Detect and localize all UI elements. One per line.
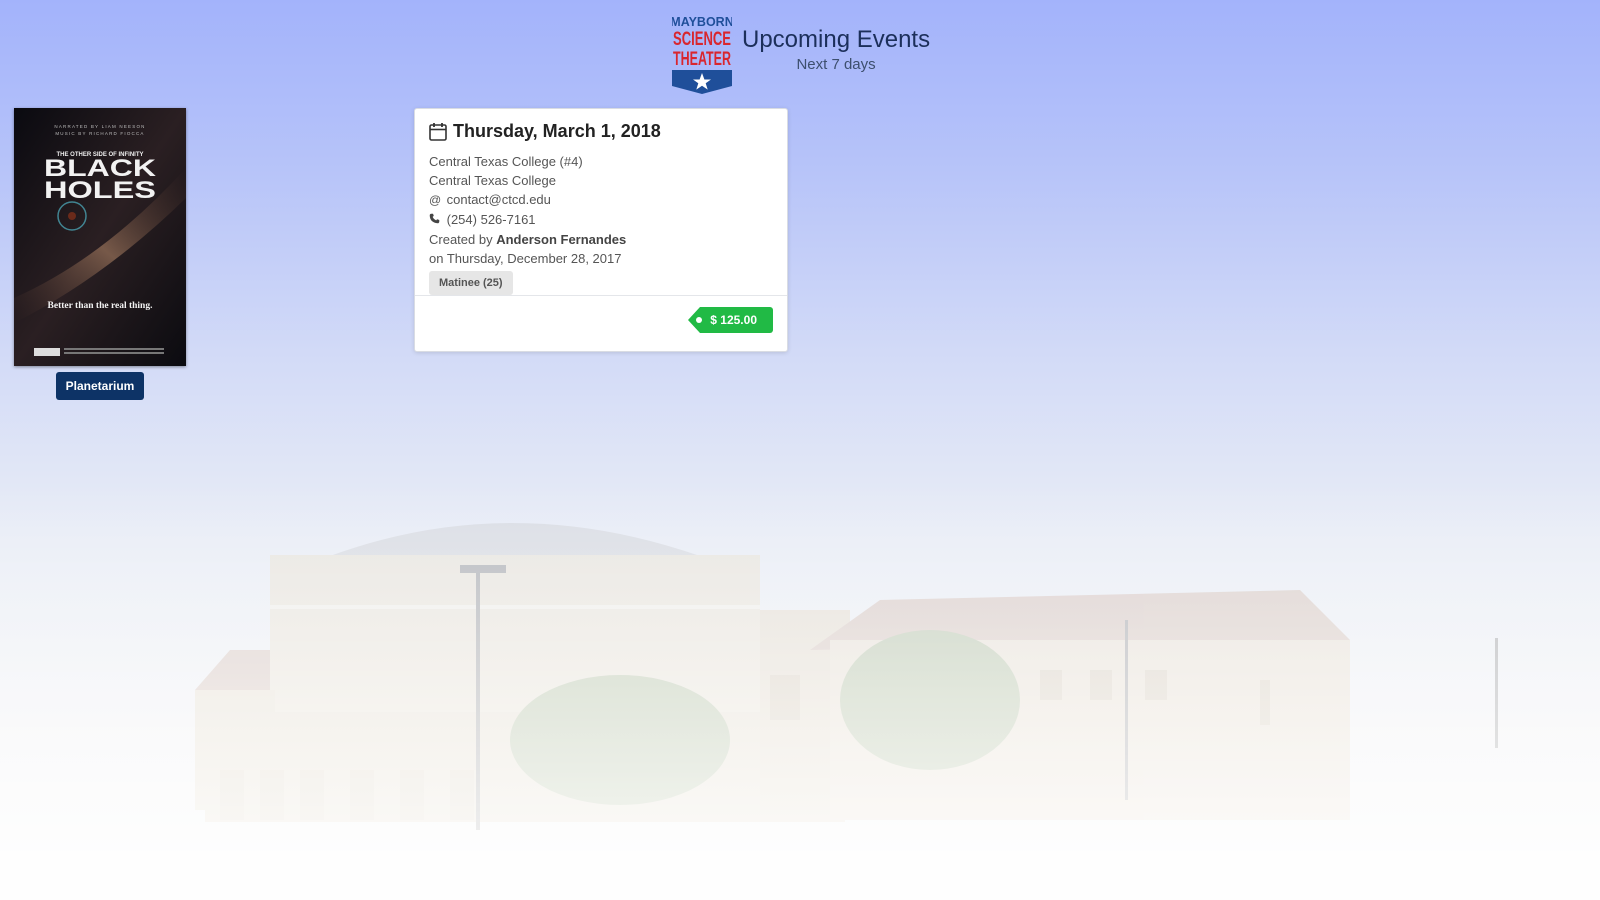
show-type-tag: Matinee (25) [429, 271, 513, 295]
page-header: MAYBORN SCIENCE THEATER Upcoming Events … [672, 12, 930, 96]
svg-text:MUSIC BY RICHARD FIOCCA: MUSIC BY RICHARD FIOCCA [55, 131, 144, 136]
price-tag: $ 125.00 [688, 307, 773, 333]
event-phone[interactable]: (254) 526-7161 [447, 212, 536, 227]
page-title: Upcoming Events [742, 26, 931, 53]
price-tag-body: $ 125.00 [696, 307, 773, 333]
calendar-icon [429, 122, 447, 141]
price-tag-hole [696, 317, 703, 323]
event-email[interactable]: contact@ctcd.edu [447, 192, 551, 207]
mayborn-logo: MAYBORN SCIENCE THEATER [672, 15, 732, 94]
event-organization: Central Texas College [429, 173, 556, 188]
svg-text:Better than the real thing.: Better than the real thing. [48, 301, 153, 311]
svg-text:THEATER: THEATER [673, 49, 731, 70]
svg-text:SCIENCE: SCIENCE [673, 29, 731, 50]
event-price: $ 125.00 [710, 313, 757, 327]
venue-badge-planetarium[interactable]: Planetarium [55, 372, 145, 400]
phone-icon [429, 211, 443, 230]
page-subtitle: Next 7 days [796, 56, 876, 73]
created-prefix: Created by [429, 232, 493, 247]
event-phone-row: (254) 526-7161 [429, 210, 773, 230]
event-email-row: @ contact@ctcd.edu [429, 190, 773, 210]
at-icon: @ [429, 193, 442, 207]
svg-text:NARRATED BY LIAM NEESON: NARRATED BY LIAM NEESON [54, 124, 145, 129]
building-background [0, 480, 1600, 900]
event-card-body: Thursday, March 1, 2018 Central Texas Co… [415, 109, 787, 296]
show-poster[interactable]: NARRATED BY LIAM NEESON MUSIC BY RICHARD… [14, 108, 186, 366]
event-created-date: on Thursday, December 28, 2017 [429, 251, 622, 266]
event-card[interactable]: Thursday, March 1, 2018 Central Texas Co… [414, 108, 788, 352]
event-date: Thursday, March 1, 2018 [429, 119, 773, 143]
event-card-footer: $ 125.00 [415, 296, 787, 350]
header-text: Upcoming Events Next 7 days [742, 26, 930, 73]
show-column: NARRATED BY LIAM NEESON MUSIC BY RICHARD… [14, 108, 186, 400]
event-date-text: Thursday, March 1, 2018 [453, 120, 661, 141]
svg-text:HOLES: HOLES [44, 177, 156, 204]
svg-text:MAYBORN: MAYBORN [672, 15, 732, 29]
event-group: Central Texas College (#4) [429, 154, 583, 169]
event-creator: Anderson Fernandes [496, 232, 627, 247]
event-created-row: Created by Anderson Fernandes [429, 230, 773, 249]
